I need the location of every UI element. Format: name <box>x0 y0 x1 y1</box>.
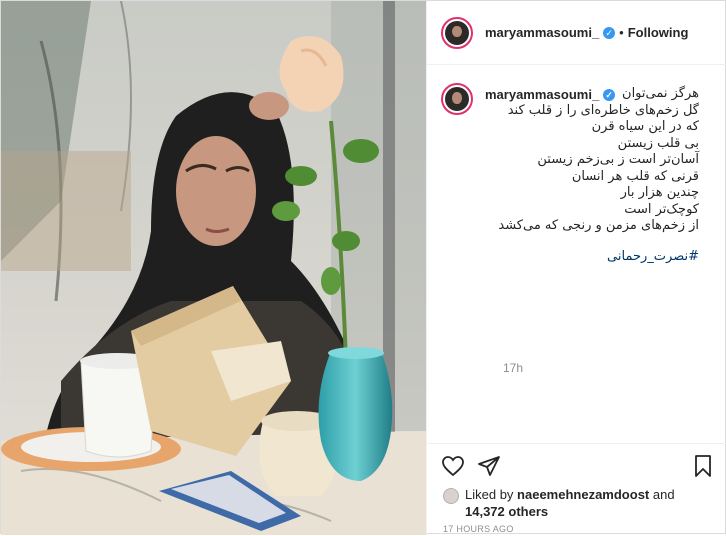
poem-line: که در این سیاه قرن <box>591 119 699 134</box>
likes-and: and <box>652 487 675 502</box>
likes-others[interactable]: 14,372 others <box>465 504 548 519</box>
paper-plane-icon[interactable] <box>477 454 501 478</box>
poem-line: چندین هزار بار <box>620 185 699 200</box>
caption-time-ago: 17h <box>503 361 524 375</box>
hashtag-link[interactable]: #نصرت_رحمانی <box>607 249 699 264</box>
instagram-post: maryammasoumi_ ✓ • Following maryammasou… <box>0 0 726 535</box>
heart-icon[interactable] <box>441 454 465 478</box>
liker-username[interactable]: naeemehnezamdoost <box>517 487 649 502</box>
caption-author-avatar[interactable] <box>441 83 473 115</box>
following-button[interactable]: Following <box>628 25 689 40</box>
author-username[interactable]: maryammasoumi_ <box>485 25 599 40</box>
poem-line: قرنی که قلب هر انسان <box>571 168 699 184</box>
poem-line: بی قلب زیستن <box>617 135 699 151</box>
author-avatar[interactable] <box>441 16 473 49</box>
caption-poem: هرگز نمی‌توان گل زخم‌های خاطره‌ای را ز ق… <box>498 86 699 235</box>
verified-badge-icon: ✓ <box>603 26 616 39</box>
likes-prefix: Liked by <box>465 487 514 502</box>
post-photo[interactable] <box>1 1 426 535</box>
poem-line: از زخم‌های مزمن و رنجی که می‌کشد <box>498 218 699 233</box>
caption-block: maryammasoumi_ ✓ هرگز نمی‌توان گل زخم‌ها… <box>441 83 713 443</box>
bookmark-icon[interactable] <box>691 454 715 478</box>
header-separator: • <box>619 25 624 40</box>
post-date[interactable]: 17 HOURS AGO <box>443 524 514 534</box>
post-photo-illustration <box>1 1 426 535</box>
action-bar: Liked by naeemehnezamdoost and 14,372 ot… <box>427 443 726 536</box>
likes-summary: Liked by naeemehnezamdoost and 14,372 ot… <box>443 486 705 520</box>
liker-avatar[interactable] <box>443 488 459 504</box>
post-header: maryammasoumi_ ✓ • Following <box>427 1 726 65</box>
poem-line: آسان‌تر است ز بی‌زخم زیستن <box>537 152 699 167</box>
post-side-panel: maryammasoumi_ ✓ • Following maryammasou… <box>426 1 726 535</box>
poem-line: کوچک‌تر است <box>624 201 699 217</box>
poem-line: گل زخم‌های خاطره‌ای را ز قلب کند <box>507 102 699 118</box>
poem-line: هرگز نمی‌توان <box>622 86 699 101</box>
